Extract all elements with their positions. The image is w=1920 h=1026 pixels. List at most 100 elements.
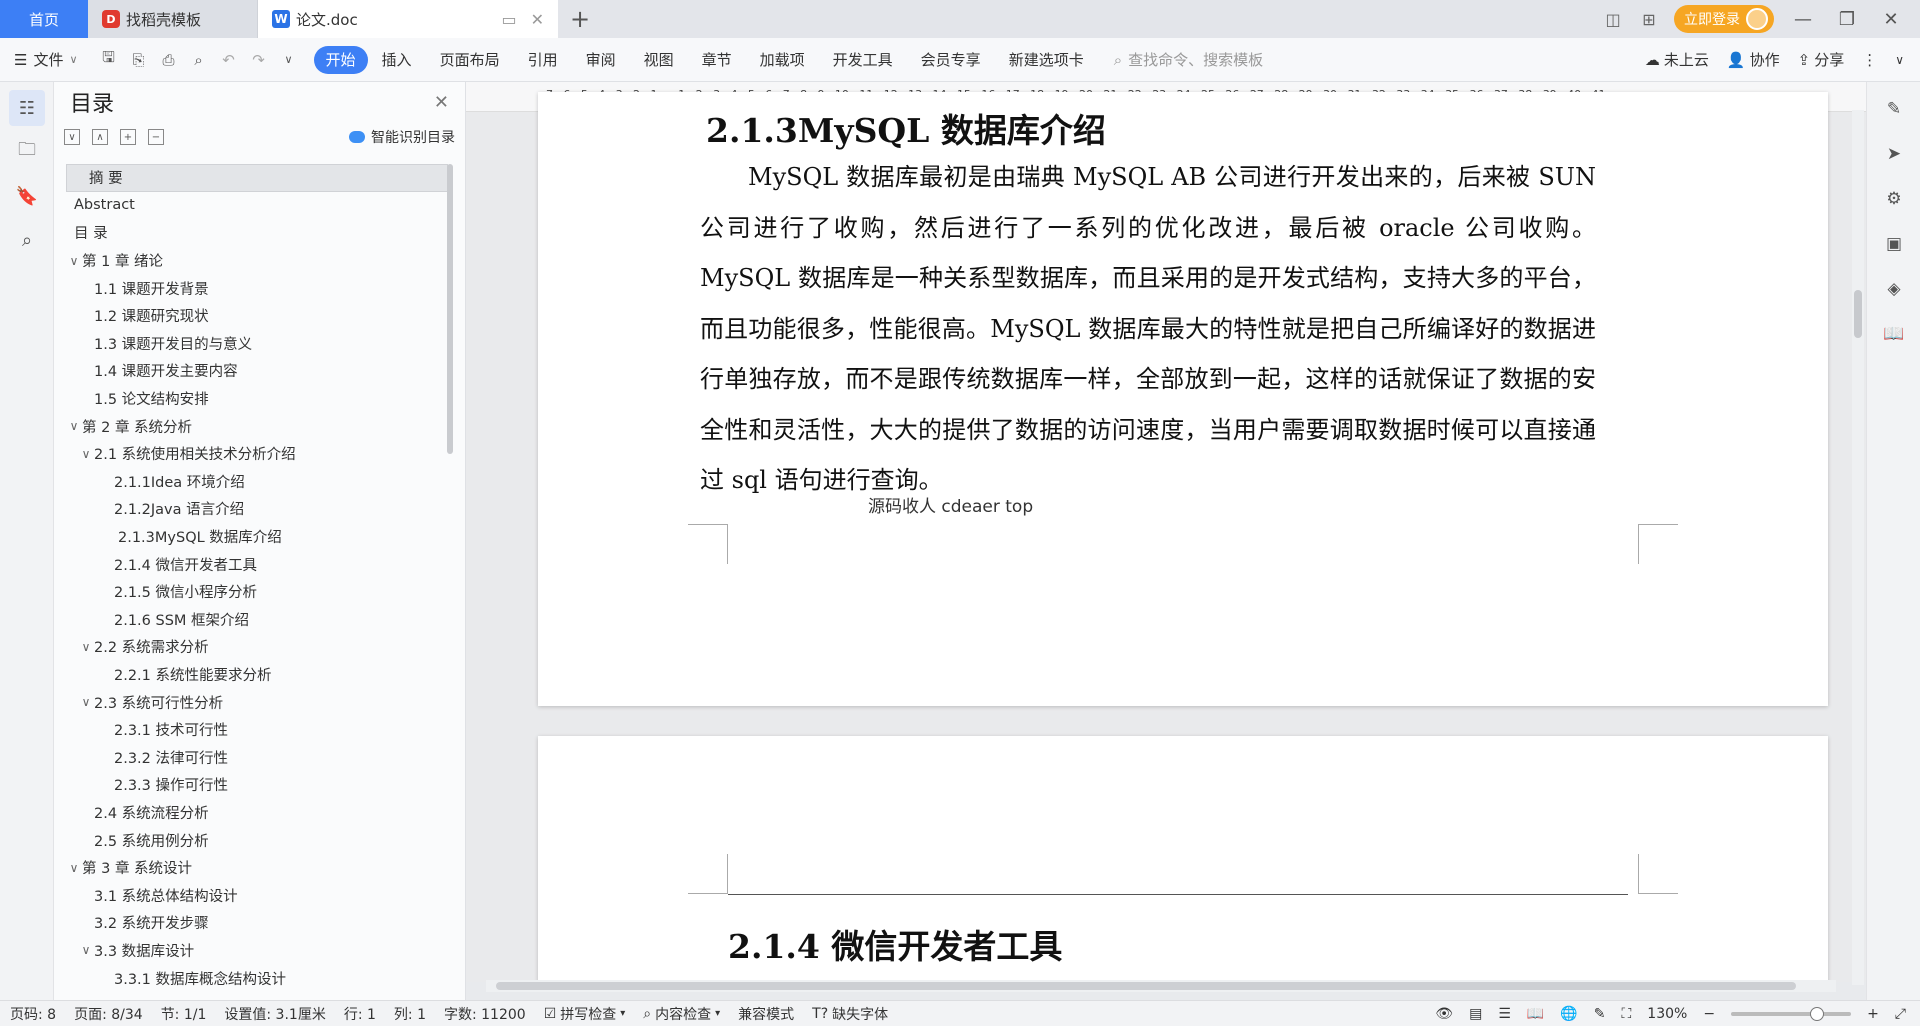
web-view-icon[interactable]: 🌐 xyxy=(1560,1006,1577,1022)
image-tools-icon[interactable]: ▣ xyxy=(1876,226,1912,262)
tab-window-icon[interactable]: ▭ xyxy=(501,10,516,29)
expand-chevron-icon[interactable]: ∨ xyxy=(66,254,82,268)
outline-view-icon[interactable]: ☰ xyxy=(1498,1006,1511,1022)
expand-chevron-icon[interactable]: ∨ xyxy=(66,419,82,433)
horizontal-scrollbar[interactable] xyxy=(486,980,1836,992)
save-icon[interactable]: 🖫 xyxy=(98,48,120,71)
menu-item[interactable]: 视图 xyxy=(630,46,688,74)
minimize-icon[interactable]: — xyxy=(1788,9,1818,30)
expand-chevron-icon[interactable]: ∨ xyxy=(78,943,94,957)
toc-item[interactable]: 3.2 系统开发步骤 xyxy=(66,909,448,937)
restore-icon[interactable]: ❐ xyxy=(1832,9,1862,30)
close-window-icon[interactable]: ✕ xyxy=(1876,9,1906,30)
toc-item[interactable]: ∨ 第 3 章 系统设计 xyxy=(66,854,448,882)
collapse-all-icon[interactable]: ∨ xyxy=(64,129,80,145)
toc-item[interactable]: 1.3 课题开发目的与意义 xyxy=(66,330,448,358)
quick-access-dropdown-icon[interactable]: ∨ xyxy=(278,49,300,71)
menu-item[interactable]: 引用 xyxy=(514,46,572,74)
toc-item[interactable]: 2.1.2Java 语言介绍 xyxy=(66,495,448,523)
remove-heading-icon[interactable]: − xyxy=(148,129,164,145)
toc-item[interactable]: 2.1.3MySQL 数据库介绍 xyxy=(66,523,448,551)
toc-item[interactable]: 2.5 系统用例分析 xyxy=(66,826,448,854)
toc-item[interactable]: 3.3.1 数据库概念结构设计 xyxy=(66,964,448,992)
toc-item[interactable]: 2.2.1 系统性能要求分析 xyxy=(66,661,448,689)
toc-item[interactable]: 1.4 课题开发主要内容 xyxy=(66,357,448,385)
toc-item[interactable]: 目 录 xyxy=(66,219,448,247)
toc-item[interactable]: ∨ 2.3 系统可行性分析 xyxy=(66,688,448,716)
toc-scrollbar[interactable] xyxy=(447,164,453,454)
command-search[interactable]: ⌕ 查找命令、搜索模板 xyxy=(1114,49,1263,70)
scroll-thumb[interactable] xyxy=(1854,290,1862,338)
toc-panel-icon[interactable]: ☷ xyxy=(9,90,45,126)
login-button[interactable]: 立即登录 xyxy=(1674,5,1774,33)
expand-up-icon[interactable]: ∧ xyxy=(92,129,108,145)
apps-grid-icon[interactable]: ⊞ xyxy=(1638,10,1660,29)
read-view-icon[interactable]: 📖 xyxy=(1527,1006,1544,1022)
print-preview-icon[interactable]: ⌕ xyxy=(188,49,210,71)
toc-item[interactable]: ∨ 2.1 系统使用相关技术分析介绍 xyxy=(66,440,448,468)
expand-chevron-icon[interactable]: ∨ xyxy=(78,447,94,461)
expand-chevron-icon[interactable]: ∨ xyxy=(78,640,94,654)
pen-icon[interactable]: ✎ xyxy=(1876,91,1912,127)
file-menu[interactable]: ☰ 文件 ∨ xyxy=(14,49,78,70)
menu-item[interactable]: 开发工具 xyxy=(819,46,907,74)
zoom-level[interactable]: 130% xyxy=(1647,1006,1687,1022)
fit-page-icon[interactable]: ⛶ xyxy=(1621,1006,1631,1022)
export-icon[interactable]: ⎘ xyxy=(128,49,150,71)
content-check-button[interactable]: ⌕ 内容检查 ▾ xyxy=(643,1004,720,1024)
zoom-slider[interactable] xyxy=(1731,1006,1852,1021)
tab-template[interactable]: D 找稻壳模板 xyxy=(88,0,258,38)
toc-item[interactable]: Abstract xyxy=(66,192,448,220)
spellcheck-button[interactable]: ☑ 拼写检查 ▾ xyxy=(544,1004,626,1024)
expand-chevron-icon[interactable]: ∨ xyxy=(78,695,94,709)
toc-item[interactable]: 1.2 课题研究现状 xyxy=(66,302,448,330)
toc-item[interactable]: 3.1 系统总体结构设计 xyxy=(66,881,448,909)
zoom-knob[interactable] xyxy=(1810,1006,1825,1021)
fullscreen-icon[interactable]: ⤢ xyxy=(1895,1006,1906,1022)
missing-font-button[interactable]: T? 缺失字体 xyxy=(812,1004,888,1024)
smart-toc-button[interactable]: 智能识别目录 xyxy=(349,127,455,147)
page-view-icon[interactable]: ▤ xyxy=(1469,1006,1482,1022)
toc-item[interactable]: 摘 要 xyxy=(66,164,448,192)
adjust-sliders-icon[interactable]: ⚙ xyxy=(1876,181,1912,217)
pointer-icon[interactable]: ➤ xyxy=(1876,136,1912,172)
document-page[interactable]: 2.1.4 微信开发者工具 xyxy=(538,736,1828,982)
menu-item[interactable]: 审阅 xyxy=(572,46,630,74)
toc-item[interactable]: 2.3.1 技术可行性 xyxy=(66,716,448,744)
reading-icon[interactable]: 📖 xyxy=(1876,316,1912,352)
toc-item[interactable]: 1.5 论文结构安排 xyxy=(66,385,448,413)
toc-item[interactable]: ∨ 3.3 数据库设计 xyxy=(66,937,448,965)
toc-item[interactable]: 2.1.6 SSM 框架介绍 xyxy=(66,606,448,634)
zoom-in-icon[interactable]: + xyxy=(1867,1006,1879,1022)
eye-protect-icon[interactable]: 👁 xyxy=(1435,1006,1453,1022)
share-button[interactable]: ⇪ 分享 xyxy=(1798,49,1845,70)
bookmark-icon[interactable]: 🔖 xyxy=(9,178,45,214)
tab-home[interactable]: 首页 xyxy=(0,0,88,38)
menu-item[interactable]: 页面布局 xyxy=(426,46,514,74)
collab-button[interactable]: 👤 协作 xyxy=(1727,49,1780,70)
menu-item[interactable]: 新建选项卡 xyxy=(995,46,1098,74)
write-view-icon[interactable]: ✎ xyxy=(1594,1006,1606,1022)
zoom-out-icon[interactable]: − xyxy=(1703,1006,1715,1022)
tab-document[interactable]: W 论文.doc ▭ ✕ xyxy=(258,0,558,38)
undo-icon[interactable]: ↶ xyxy=(218,49,240,71)
print-icon[interactable]: ⎙ xyxy=(158,49,180,71)
toc-item[interactable]: 2.1.4 微信开发者工具 xyxy=(66,550,448,578)
cloud-status-button[interactable]: ☁ 未上云 xyxy=(1645,49,1709,70)
menu-item[interactable]: 插入 xyxy=(368,46,426,74)
page-count[interactable]: 页面: 8/34 xyxy=(74,1004,143,1024)
vertical-scrollbar[interactable] xyxy=(1852,110,1864,985)
new-tab-button[interactable]: + xyxy=(558,0,602,38)
collapse-ribbon-icon[interactable]: ∨ xyxy=(1895,53,1904,67)
style-icon[interactable]: ◈ xyxy=(1876,271,1912,307)
toc-item[interactable]: 2.1.1Idea 环境介绍 xyxy=(66,468,448,496)
navigation-folder-icon[interactable]: 🗀 xyxy=(9,134,45,170)
expand-chevron-icon[interactable]: ∨ xyxy=(66,861,82,875)
scroll-thumb[interactable] xyxy=(496,982,1796,990)
menu-item[interactable]: 加载项 xyxy=(746,46,819,74)
close-icon[interactable]: ✕ xyxy=(434,92,449,113)
tab-close-icon[interactable]: ✕ xyxy=(531,10,544,29)
toc-item[interactable]: ∨ 2.2 系统需求分析 xyxy=(66,633,448,661)
toc-item[interactable]: 1.1 课题开发背景 xyxy=(66,274,448,302)
more-icon[interactable]: ⋮ xyxy=(1862,51,1877,69)
